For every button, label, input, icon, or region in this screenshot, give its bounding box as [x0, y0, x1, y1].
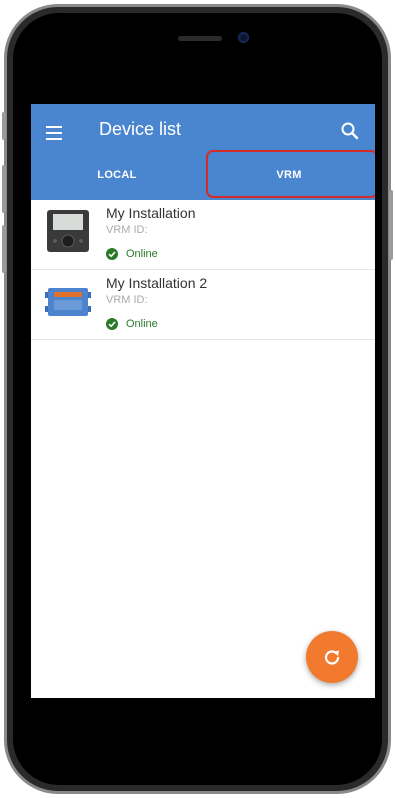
- tab-vrm[interactable]: VRM: [203, 150, 375, 200]
- refresh-button[interactable]: [306, 631, 358, 683]
- page-title: Device list: [99, 119, 182, 139]
- check-circle-icon: [106, 318, 118, 330]
- list-item[interactable]: My Installation VRM ID: Online: [31, 200, 375, 270]
- list-item[interactable]: My Installation 2 VRM ID: Online: [31, 270, 375, 340]
- inverter-device-icon: [45, 278, 91, 324]
- check-circle-icon: [106, 248, 118, 260]
- device-name: My Installation 2: [106, 275, 208, 291]
- refresh-icon: [324, 650, 340, 665]
- phone-camera: [238, 32, 249, 43]
- tab-local-label: LOCAL: [97, 169, 137, 181]
- device-vrm-id: VRM ID:: [106, 294, 148, 306]
- tab-bar: LOCAL VRM: [31, 150, 375, 200]
- status-text: Online: [126, 318, 158, 330]
- tab-local[interactable]: LOCAL: [31, 150, 203, 200]
- tab-highlight-box: [206, 150, 375, 198]
- app-bar: Device list LOCAL VRM: [31, 104, 375, 200]
- search-icon[interactable]: [339, 120, 361, 142]
- phone-speaker: [178, 36, 222, 41]
- phone-side-button: [2, 112, 6, 140]
- phone-side-button: [2, 165, 6, 213]
- menu-icon[interactable]: [43, 124, 65, 142]
- app-screen: Device list LOCAL VRM My Installation VR…: [31, 104, 375, 698]
- device-vrm-id: VRM ID:: [106, 224, 148, 236]
- phone-side-button: [2, 225, 6, 273]
- status-text: Online: [126, 248, 158, 260]
- status-badge: Online: [106, 318, 158, 330]
- device-list: My Installation VRM ID: Online My Instal…: [31, 200, 375, 340]
- gx-display-device-icon: [45, 208, 91, 254]
- phone-side-button: [389, 190, 393, 260]
- status-badge: Online: [106, 248, 158, 260]
- device-name: My Installation: [106, 205, 196, 221]
